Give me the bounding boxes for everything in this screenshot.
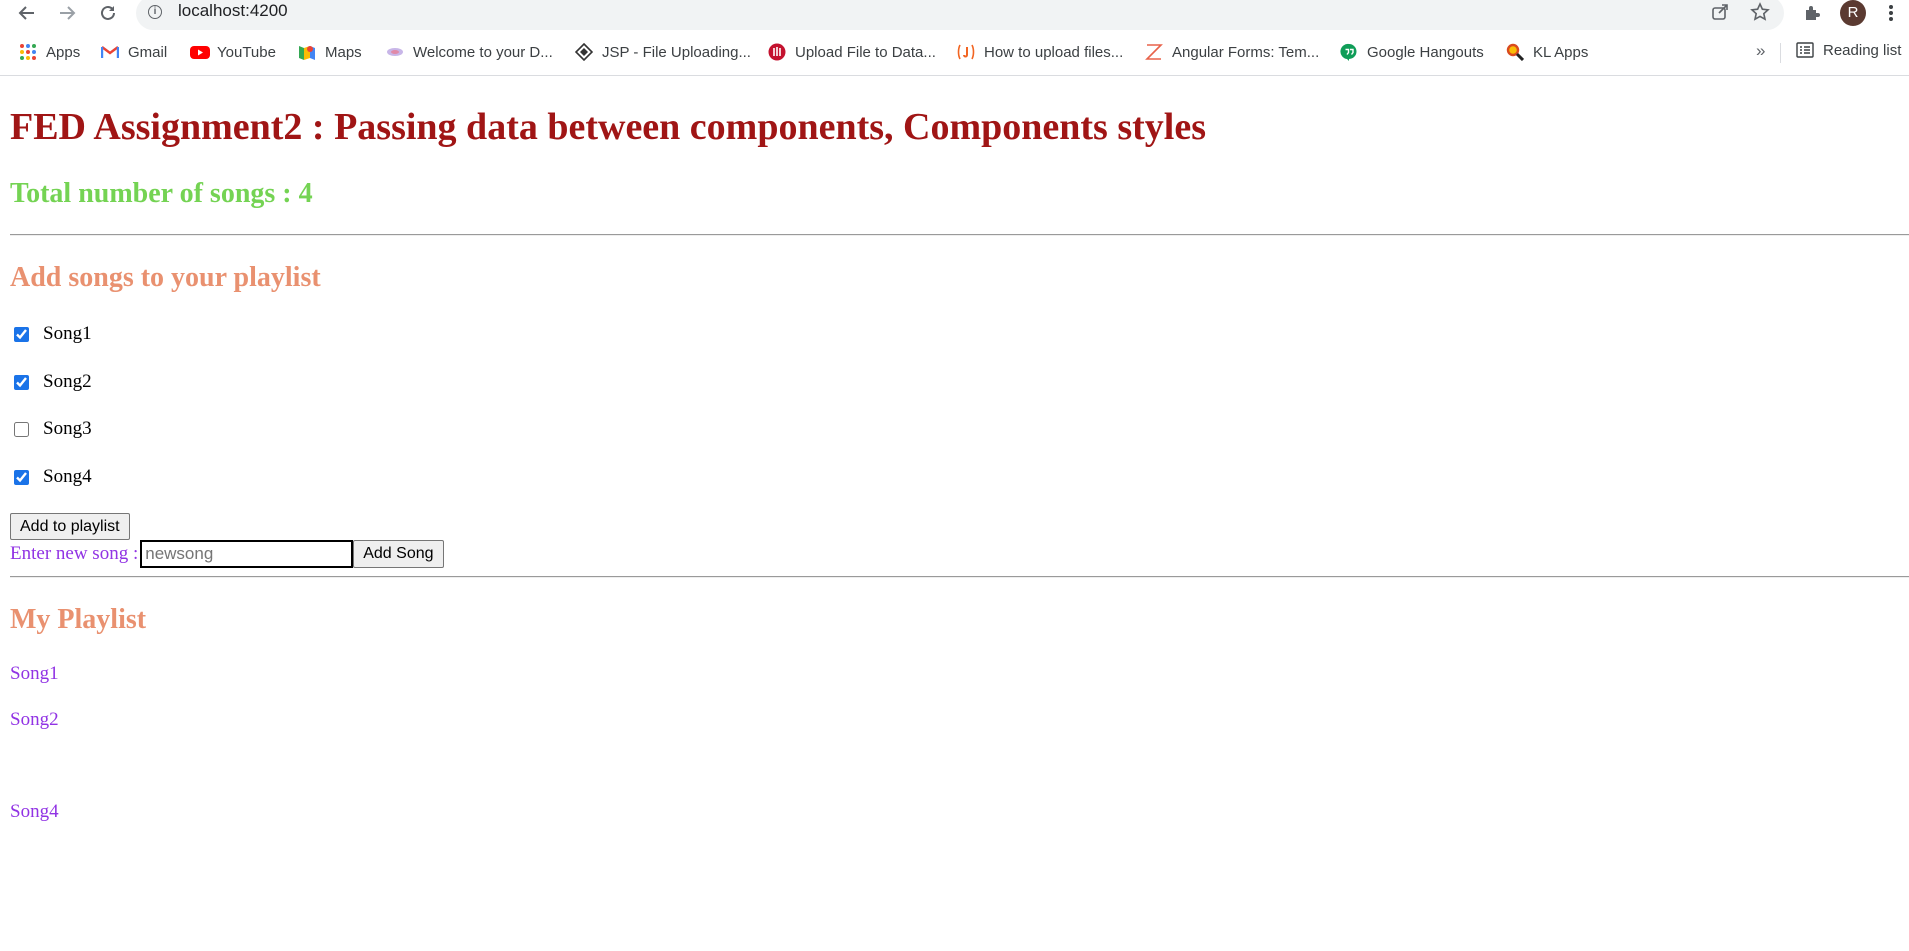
- bookmark-label: How to upload files...: [984, 43, 1124, 61]
- playlist-item-4: Song4: [10, 801, 59, 822]
- kl-apps-icon: [1506, 43, 1525, 62]
- browser-toolbar: i localhost:4200 R: [0, 0, 1909, 30]
- bookmark-jsp[interactable]: JSP - File Uploading...: [574, 41, 751, 63]
- bookmark-label: Welcome to your D...: [413, 43, 553, 61]
- song3-checkbox[interactable]: [14, 421, 29, 437]
- site-info-icon[interactable]: i: [148, 5, 162, 19]
- song-label: Song2: [43, 371, 92, 392]
- bookmark-label: Google Hangouts: [1367, 43, 1484, 61]
- reading-list-button[interactable]: Reading list: [1796, 41, 1901, 59]
- bookmark-label: Gmail: [128, 43, 168, 61]
- song-label: Song3: [43, 418, 92, 439]
- bookmark-label: KL Apps: [1533, 43, 1589, 61]
- maps-icon: [298, 43, 316, 61]
- bookmark-label: Upload File to Data...: [795, 43, 936, 61]
- total-songs-heading: Total number of songs : 4: [10, 178, 313, 209]
- reload-button[interactable]: [94, 0, 122, 26]
- new-song-label: Enter new song :: [10, 543, 139, 564]
- bookmark-how-to-upload[interactable]: How to upload files...: [957, 41, 1123, 63]
- reload-icon: [101, 5, 115, 20]
- song-option-3[interactable]: Song3: [14, 417, 92, 441]
- bookmark-gmail[interactable]: Gmail: [100, 41, 168, 63]
- song-label: Song4: [43, 466, 92, 487]
- song1-checkbox[interactable]: [14, 326, 29, 342]
- bookmark-star-icon[interactable]: [1748, 0, 1772, 24]
- forward-button[interactable]: [53, 0, 81, 26]
- bookmark-label: YouTube: [217, 43, 276, 61]
- upload-site-icon: [768, 43, 786, 61]
- song-label: Song1: [43, 323, 92, 344]
- bookmark-label: JSP - File Uploading...: [602, 43, 751, 61]
- new-song-row: Enter new song : Add Song: [10, 540, 444, 568]
- more-menu-icon[interactable]: [1878, 0, 1904, 26]
- bookmark-upload[interactable]: Upload File to Data...: [768, 41, 936, 63]
- jsp-site-icon: [574, 42, 594, 62]
- bookmark-label: Angular Forms: Tem...: [1172, 43, 1320, 61]
- bookmark-label: Apps: [46, 43, 81, 61]
- arrow-right-icon: [60, 6, 76, 20]
- page-title: FED Assignment2 : Passing data between c…: [10, 106, 1206, 148]
- add-song-button[interactable]: Add Song: [353, 540, 444, 568]
- youtube-icon: [190, 43, 210, 61]
- profile-avatar[interactable]: R: [1840, 0, 1866, 26]
- song-option-1[interactable]: Song1: [14, 322, 92, 346]
- bookmark-apps[interactable]: Apps: [19, 41, 80, 63]
- bookmark-label: Maps: [325, 43, 362, 61]
- share-icon[interactable]: [1708, 0, 1732, 24]
- bookmark-maps[interactable]: Maps: [298, 41, 362, 63]
- bookmarks-divider: [1780, 43, 1781, 63]
- bookmarks-overflow-button[interactable]: »: [1756, 41, 1765, 61]
- bookmark-youtube[interactable]: YouTube: [190, 41, 276, 63]
- song4-checkbox[interactable]: [14, 469, 29, 485]
- reading-list-label: Reading list: [1823, 41, 1902, 59]
- arrow-left-icon: [18, 6, 34, 20]
- apps-grid-icon: [19, 43, 37, 61]
- bookmark-angular-forms[interactable]: Angular Forms: Tem...: [1145, 41, 1319, 63]
- playlist-item-1: Song1: [10, 663, 59, 684]
- divider-bottom: [10, 576, 1909, 578]
- back-button[interactable]: [13, 0, 41, 26]
- address-bar[interactable]: i localhost:4200: [136, 0, 1784, 30]
- song-option-4[interactable]: Song4: [14, 465, 92, 489]
- bookmark-welcome[interactable]: Welcome to your D...: [386, 41, 553, 63]
- new-song-input[interactable]: [140, 540, 354, 568]
- add-to-playlist-button[interactable]: Add to playlist: [10, 513, 130, 540]
- url-text[interactable]: localhost:4200: [178, 1, 288, 21]
- reading-list-icon: [1796, 41, 1814, 59]
- bookmarks-bar: Apps Gmail YouTube Maps Welcome to your …: [0, 38, 1909, 66]
- chrome-divider: [0, 75, 1909, 76]
- bookmark-kl-apps[interactable]: KL Apps: [1506, 41, 1588, 63]
- bookmark-hangouts[interactable]: Google Hangouts: [1340, 41, 1484, 63]
- divider-top: [10, 234, 1909, 236]
- javatpoint-icon: [957, 43, 975, 61]
- angular-forms-icon: [1145, 43, 1163, 61]
- song2-checkbox[interactable]: [14, 374, 29, 390]
- welcome-site-icon: [386, 43, 404, 61]
- hangouts-icon: [1340, 43, 1358, 61]
- playlist-item-2: Song2: [10, 709, 59, 730]
- add-songs-heading: Add songs to your playlist: [10, 262, 321, 293]
- gmail-icon: [100, 43, 120, 61]
- my-playlist-heading: My Playlist: [10, 604, 147, 635]
- song-option-2[interactable]: Song2: [14, 370, 92, 394]
- extensions-icon[interactable]: [1799, 0, 1825, 26]
